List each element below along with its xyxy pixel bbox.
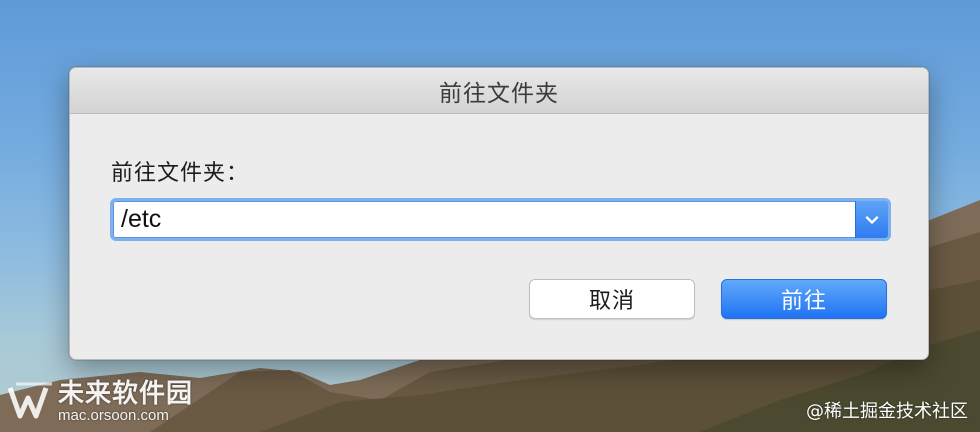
cancel-button[interactable]: 取消: [529, 279, 695, 319]
prompt-label: 前往文件夹：: [111, 161, 250, 186]
dialog-titlebar[interactable]: 前往文件夹: [70, 68, 928, 114]
go-button[interactable]: 前往: [721, 279, 887, 319]
chevron-down-icon: [865, 215, 879, 224]
watermark-site-name: 未来软件园: [58, 379, 194, 409]
watermark-site-url: mac.orsoon.com: [58, 407, 169, 424]
path-history-dropdown-button[interactable]: [855, 201, 888, 238]
path-combobox[interactable]: [110, 198, 891, 241]
juejin-watermark: @稀土掘金技术社区: [806, 401, 968, 422]
path-input[interactable]: [113, 201, 853, 238]
dialog-title: 前往文件夹: [439, 80, 559, 107]
orsoon-watermark: 未来软件园 mac.orsoon.com: [6, 380, 193, 424]
go-to-folder-dialog: 前往文件夹 前往文件夹： 取消 前往: [69, 67, 929, 360]
orsoon-logo-icon: [7, 382, 52, 419]
